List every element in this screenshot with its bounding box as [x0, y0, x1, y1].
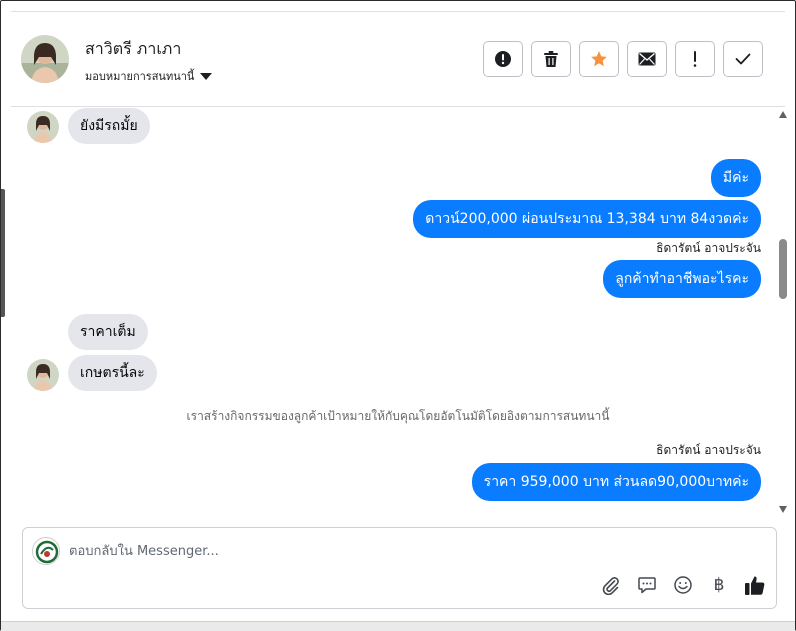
contact-avatar-small — [27, 359, 59, 391]
composer-tools: ฿ — [600, 574, 766, 596]
spam-button[interactable] — [483, 41, 523, 77]
baht-icon: ฿ — [713, 575, 725, 595]
mark-done-button[interactable] — [723, 41, 763, 77]
window-edge-handle — [1, 189, 5, 317]
smiley-icon — [674, 576, 692, 594]
contact-avatar-small — [27, 111, 59, 143]
mark-unread-button[interactable] — [627, 41, 667, 77]
page-avatar — [32, 537, 60, 565]
reply-input[interactable] — [69, 540, 669, 562]
conversation-header: สาวิตรี ภาเภา มอบหมายการสนทนานี้ — [11, 12, 785, 107]
conversation-actions — [483, 41, 763, 77]
check-icon — [735, 53, 751, 65]
alert-circle-icon — [495, 51, 511, 67]
conversation-window: สาวิตรี ภาเภา มอบหมายการสนทนานี้ ยังมีรถ… — [0, 0, 796, 631]
payment-button[interactable]: ฿ — [708, 574, 730, 596]
star-button[interactable] — [579, 41, 619, 77]
caret-down-icon — [200, 72, 213, 80]
paperclip-icon — [602, 577, 619, 595]
system-notice: เราสร้างกิจกรรมของลูกค้าเป้าหมายให้กับคุ… — [186, 409, 610, 423]
sender-name: ธิดารัตน์ อาจประจัน — [656, 241, 761, 255]
comment-icon — [638, 577, 656, 594]
outgoing-message: มีค่ะ — [710, 159, 761, 197]
saved-replies-button[interactable] — [636, 574, 658, 596]
emoji-button[interactable] — [672, 574, 694, 596]
exclamation-icon — [693, 51, 697, 67]
envelope-icon — [638, 52, 656, 66]
outgoing-message: ราคา 959,000 บาท ส่วนลด90,000บาทค่ะ — [471, 463, 761, 501]
trash-icon — [544, 51, 558, 67]
incoming-message: ราคาเต็ม — [68, 314, 148, 350]
contact-name: สาวิตรี ภาเภา — [85, 39, 182, 58]
like-button[interactable] — [744, 574, 766, 596]
scroll-down-arrow-icon[interactable] — [779, 506, 787, 513]
window-bottom-edge — [1, 621, 795, 631]
scrollbar-thumb[interactable] — [779, 239, 787, 299]
reply-composer: ฿ — [22, 527, 777, 609]
assign-conversation-dropdown[interactable]: มอบหมายการสนทนานี้ — [85, 67, 213, 85]
attach-button[interactable] — [600, 574, 622, 596]
outgoing-message: ดาวน์200,000 ผ่อนประมาณ 13,384 บาท 84งวด… — [413, 200, 761, 238]
contact-avatar[interactable] — [21, 35, 69, 83]
outgoing-message: ลูกค้าทำอาชีพอะไรคะ — [603, 260, 761, 298]
incoming-message: ยังมีรถมั้ย — [68, 108, 150, 144]
follow-up-button[interactable] — [675, 41, 715, 77]
star-icon — [591, 51, 607, 67]
thread-scrollbar[interactable] — [777, 109, 789, 513]
incoming-message: เกษตรนี้ละ — [68, 355, 157, 391]
sender-name: ธิดารัตน์ อาจประจัน — [656, 443, 761, 457]
thumbs-up-icon — [745, 576, 765, 595]
assign-label: มอบหมายการสนทนานี้ — [85, 70, 195, 83]
scroll-up-arrow-icon[interactable] — [779, 111, 787, 118]
delete-button[interactable] — [531, 41, 571, 77]
message-thread: ยังมีรถมั้ย มีค่ะ ดาวน์200,000 ผ่อนประมา… — [11, 107, 785, 519]
